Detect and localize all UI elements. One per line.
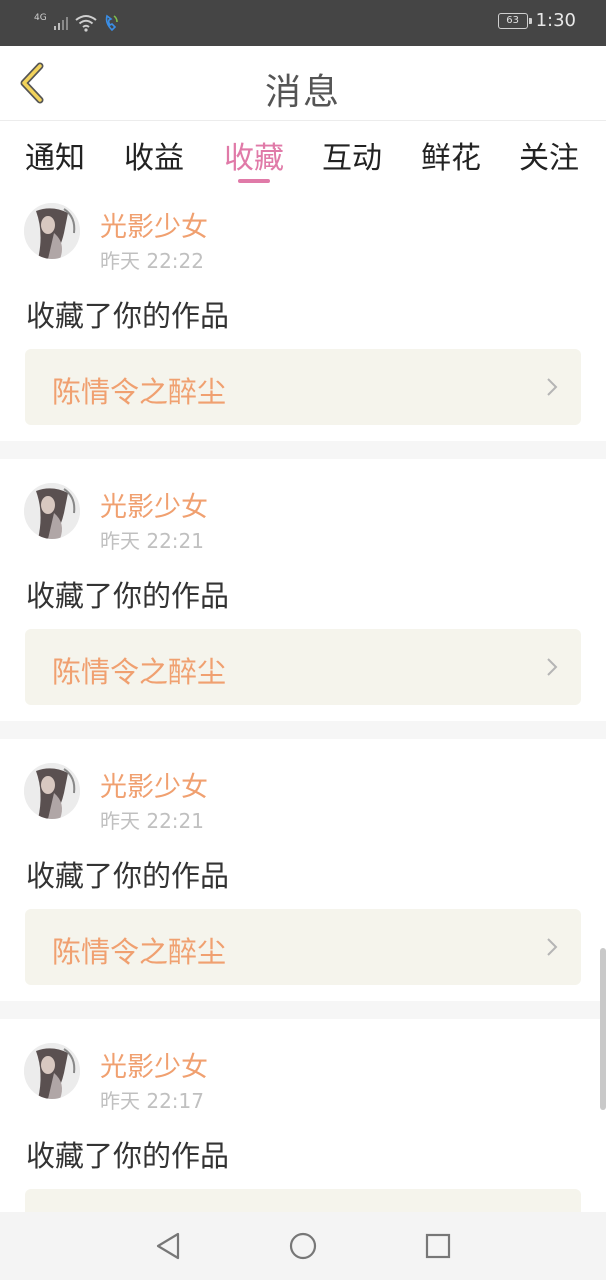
tab-bar: 通知 收益 收藏 互动 鲜花 关注 [0,121,606,187]
chevron-right-icon [547,938,558,956]
nav-recents-icon[interactable] [421,1230,455,1262]
signal-icon [53,17,68,30]
user-avatar-image [24,1043,80,1099]
action-text: 收藏了你的作品 [26,299,230,333]
nav-home-icon[interactable] [286,1230,320,1262]
system-nav-bar [0,1212,606,1280]
user-avatar-image [24,203,80,259]
avatar[interactable] [24,203,80,259]
username[interactable]: 光影少女 [100,205,208,244]
timestamp: 昨天 22:21 [100,529,204,553]
chevron-right-icon [547,378,558,396]
message-list[interactable]: 光影少女 昨天 22:22 收藏了你的作品 陈情令之醉尘 光影少女 昨天 22:… [0,187,606,1212]
clock: 1:30 [535,10,576,31]
tab-earnings[interactable]: 收益 [109,133,199,177]
wifi-icon [75,15,97,32]
work-link[interactable]: 陈情令之醉尘 [25,909,581,985]
battery-icon: 63 [497,12,532,29]
chevron-right-icon [547,658,558,676]
list-item: 光影少女 昨天 22:17 收藏了你的作品 [0,1027,606,1212]
status-right: 63 1:30 [497,10,576,31]
app-header: 消息 [0,46,606,121]
list-item: 光影少女 昨天 22:22 收藏了你的作品 陈情令之醉尘 [0,187,606,449]
tab-interactions[interactable]: 互动 [307,133,397,177]
battery-level: 63 [506,14,519,26]
page-title: 消息 [264,72,341,113]
list-item: 光影少女 昨天 22:21 收藏了你的作品 陈情令之醉尘 [0,747,606,1009]
divider [0,721,606,739]
status-icons: 4G [34,12,119,34]
divider [0,1001,606,1019]
username[interactable]: 光影少女 [100,1045,208,1084]
work-link[interactable] [25,1189,581,1212]
tab-notifications[interactable]: 通知 [10,133,100,177]
work-link[interactable]: 陈情令之醉尘 [25,629,581,705]
user-avatar-image [24,483,80,539]
avatar[interactable] [24,483,80,539]
timestamp: 昨天 22:22 [100,249,204,273]
tab-follows[interactable]: 关注 [504,133,594,177]
action-text: 收藏了你的作品 [26,859,230,893]
call-icon [105,14,118,32]
action-text: 收藏了你的作品 [26,579,230,613]
avatar[interactable] [24,763,80,819]
timestamp: 昨天 22:21 [100,809,204,833]
timestamp: 昨天 22:17 [100,1089,204,1113]
network-type: 4G [34,13,47,23]
tab-flowers[interactable]: 鲜花 [406,133,496,177]
username[interactable]: 光影少女 [100,765,208,804]
user-avatar-image [24,763,80,819]
avatar[interactable] [24,1043,80,1099]
work-link[interactable]: 陈情令之醉尘 [25,349,581,425]
work-title: 陈情令之醉尘 [52,655,227,689]
scrollbar[interactable] [600,948,606,1110]
tab-favorites[interactable]: 收藏 [209,133,299,177]
username[interactable]: 光影少女 [100,485,208,524]
work-title: 陈情令之醉尘 [52,935,227,969]
divider [0,441,606,459]
work-title: 陈情令之醉尘 [52,375,227,409]
action-text: 收藏了你的作品 [26,1139,230,1173]
active-tab-indicator [238,179,270,183]
list-item: 光影少女 昨天 22:21 收藏了你的作品 陈情令之醉尘 [0,467,606,729]
nav-back-icon[interactable] [152,1230,186,1262]
status-bar: 4G 63 1:30 [0,0,606,46]
